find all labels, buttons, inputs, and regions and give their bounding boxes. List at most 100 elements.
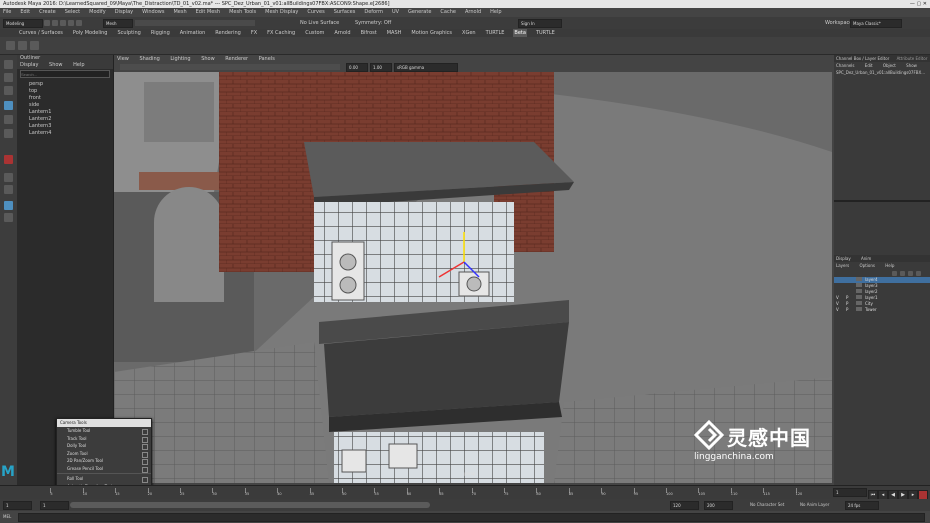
- camera-tool-item[interactable]: Dolly Tool: [57, 442, 151, 450]
- symmetry-label[interactable]: Symmetry: Off: [355, 20, 391, 26]
- outliner-search-input[interactable]: [20, 70, 110, 78]
- shelf-tab[interactable]: XGen: [461, 29, 477, 37]
- shelf-tab[interactable]: Custom: [304, 29, 325, 37]
- outliner-item[interactable]: top: [17, 88, 113, 95]
- outliner-item[interactable]: Lantern1: [17, 109, 113, 116]
- shelf-tab[interactable]: Sculpting: [116, 29, 141, 37]
- menu-modify[interactable]: Modify: [89, 8, 106, 17]
- menu-windows[interactable]: Windows: [142, 8, 164, 17]
- playback-controls[interactable]: ⏮ ◂ ◀ ▶ ▸: [868, 488, 928, 500]
- rotate-tool-icon[interactable]: [4, 115, 13, 124]
- colorspace-dropdown[interactable]: sRGB gamma: [394, 63, 458, 72]
- shelf-tab[interactable]: Poly Modeling: [72, 29, 109, 37]
- sign-in-button[interactable]: Sign In: [518, 19, 562, 28]
- outliner-menus[interactable]: Display Show Help: [17, 62, 113, 69]
- channel-box-tabs[interactable]: Channel Box / Layer Editor Attribute Edi…: [834, 55, 930, 62]
- camera-tool-item[interactable]: Track Tool: [57, 435, 151, 443]
- shelf-tab[interactable]: Bifrost: [360, 29, 378, 37]
- layer-toolbar[interactable]: [834, 269, 930, 277]
- menu-mesh-tools[interactable]: Mesh Tools: [229, 8, 256, 17]
- viewport-toolbar-icons[interactable]: [120, 64, 340, 70]
- layout-persp-icon[interactable]: [4, 201, 13, 210]
- channel-box-menus[interactable]: Channels Edit Object Show: [834, 62, 930, 69]
- layer-visibility[interactable]: V: [834, 307, 846, 313]
- menu-display[interactable]: Display: [115, 8, 133, 17]
- layer-editor-menus[interactable]: Layers Options Help: [834, 262, 930, 269]
- viewport-persp[interactable]: View Shading Lighting Show Renderer Pane…: [114, 55, 832, 483]
- camera-tool-item[interactable]: Grease Pencil Tool: [57, 465, 151, 473]
- shelf-tab[interactable]: TURTLE: [535, 29, 556, 37]
- shelf-tab[interactable]: Motion Graphics: [410, 29, 453, 37]
- shelf-tab[interactable]: Curves / Surfaces: [18, 29, 64, 37]
- outliner-item[interactable]: persp: [17, 81, 113, 88]
- menu-edit-mesh[interactable]: Edit Mesh: [196, 8, 220, 17]
- outliner-item[interactable]: side: [17, 102, 113, 109]
- layout-single-icon[interactable]: [4, 173, 13, 182]
- layout-outliner-icon[interactable]: [4, 213, 13, 222]
- shelf-tab[interactable]: Rendering: [214, 29, 242, 37]
- shelf-tab[interactable]: TURTLE: [485, 29, 506, 37]
- range-inner-end-field[interactable]: 120: [670, 501, 699, 510]
- select-tool-icon[interactable]: [4, 60, 13, 69]
- scale-tool-icon[interactable]: [4, 129, 13, 138]
- option-box-icon[interactable]: [142, 466, 148, 473]
- menu-arnold[interactable]: Arnold: [465, 8, 481, 17]
- layout-four-icon[interactable]: [4, 185, 13, 194]
- shelf-tab[interactable]: Beta: [513, 29, 527, 37]
- layer-color-swatch[interactable]: [856, 295, 862, 299]
- gamma-field[interactable]: 1.00: [370, 63, 392, 72]
- character-set-label[interactable]: No Character Set: [750, 502, 784, 507]
- range-inner-start-field[interactable]: 1: [40, 501, 69, 510]
- shelf-tab[interactable]: MASH: [386, 29, 403, 37]
- menu-mesh[interactable]: Mesh: [173, 8, 186, 17]
- outliner-item[interactable]: front: [17, 95, 113, 102]
- menu-deform[interactable]: Deform: [364, 8, 383, 17]
- shelf-icons[interactable]: [6, 40, 54, 51]
- command-input[interactable]: [18, 513, 925, 522]
- camera-tool-item[interactable]: 2D Pan/Zoom Tool: [57, 457, 151, 465]
- layer-row[interactable]: V P Tower: [834, 307, 930, 313]
- menu-file[interactable]: File: [3, 8, 11, 17]
- outliner-item[interactable]: Lantern4: [17, 130, 113, 137]
- menu-help[interactable]: Help: [490, 8, 501, 17]
- exposure-field[interactable]: 0.00: [346, 63, 368, 72]
- last-tool-icon[interactable]: [4, 155, 13, 164]
- menu-uv[interactable]: UV: [392, 8, 399, 17]
- menu-surfaces[interactable]: Surfaces: [334, 8, 356, 17]
- mode-dropdown[interactable]: Modeling: [3, 19, 43, 28]
- object-dropdown[interactable]: Mesh: [103, 19, 133, 28]
- camera-tool-item[interactable]: Zoom Tool: [57, 450, 151, 458]
- camera-tool-item[interactable]: Roll Tool: [57, 475, 151, 483]
- menu-create[interactable]: Create: [39, 8, 56, 17]
- time-slider[interactable]: 5 10 15 20 25 30 35 40 45 50 55 60 65 70 75 80 85 90 95 100…: [0, 485, 930, 500]
- fps-dropdown[interactable]: 24 fps: [845, 501, 879, 510]
- paint-tool-icon[interactable]: [4, 86, 13, 95]
- range-end-field[interactable]: 200: [704, 501, 733, 510]
- layer-color-swatch[interactable]: [856, 277, 862, 281]
- layer-color-swatch[interactable]: [856, 301, 862, 305]
- layer-playback[interactable]: P: [846, 307, 856, 313]
- menu-mesh-display[interactable]: Mesh Display: [265, 8, 298, 17]
- shelf-tab[interactable]: Rigging: [150, 29, 171, 37]
- camera-tool-item[interactable]: Tumble Tool: [57, 427, 151, 435]
- file-icons[interactable]: [44, 20, 102, 26]
- menu-select[interactable]: Select: [65, 8, 80, 17]
- shelf-tab[interactable]: Arnold: [333, 29, 351, 37]
- current-frame-field[interactable]: 1: [833, 488, 867, 497]
- layer-editor-tabs[interactable]: Display Anim: [834, 255, 930, 262]
- layer-color-swatch[interactable]: [856, 307, 862, 311]
- window-controls[interactable]: — ▢ ✕: [910, 0, 927, 8]
- outliner-item[interactable]: Lantern2: [17, 116, 113, 123]
- lasso-tool-icon[interactable]: [4, 73, 13, 82]
- range-start-field[interactable]: 1: [3, 501, 32, 510]
- layer-color-swatch[interactable]: [856, 283, 862, 287]
- menu-edit[interactable]: Edit: [20, 8, 30, 17]
- menu-curves[interactable]: Curves: [307, 8, 324, 17]
- shelf-tab[interactable]: Animation: [179, 29, 207, 37]
- snap-icons[interactable]: [135, 20, 255, 26]
- menu-generate[interactable]: Generate: [408, 8, 431, 17]
- range-slider[interactable]: [70, 502, 430, 508]
- outliner-item[interactable]: Lantern3: [17, 123, 113, 130]
- anim-layer-label[interactable]: No Anim Layer: [800, 502, 829, 507]
- workspace-dropdown[interactable]: Maya Classic*: [850, 19, 902, 28]
